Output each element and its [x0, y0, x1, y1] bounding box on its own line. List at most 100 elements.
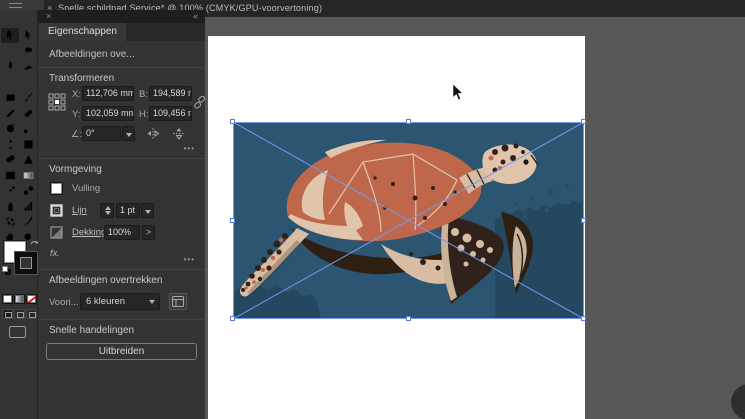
tool-magic-wand[interactable] — [1, 44, 19, 59]
tool-column-graph[interactable] — [19, 199, 37, 214]
tools-grid — [1, 28, 37, 245]
tool-gradient[interactable] — [19, 168, 37, 183]
gradient-mode-button[interactable] — [14, 294, 25, 304]
stroke-swatch[interactable] — [15, 252, 37, 274]
mesh-icon — [4, 169, 17, 182]
perspective-grid-icon — [22, 153, 35, 166]
rectangle-icon — [4, 91, 17, 104]
pen-icon — [4, 60, 17, 73]
tool-mesh[interactable] — [1, 168, 19, 183]
trace-preset-value: 6 kleuren — [86, 296, 125, 307]
tool-direct-selection[interactable] — [19, 28, 37, 43]
selection-handle-se[interactable] — [581, 316, 586, 321]
artboard-icon — [4, 215, 17, 228]
opacity-expand-button[interactable]: > — [142, 225, 155, 240]
y-field[interactable]: 102,059 mm — [82, 106, 134, 121]
properties-panel: × « Eigenschappen Afbeeldingen ove... Tr… — [38, 10, 205, 419]
angle-field[interactable]: 0° — [82, 126, 121, 141]
expand-button[interactable]: Uitbreiden — [46, 343, 197, 360]
tool-symbol-sprayer[interactable] — [1, 199, 19, 214]
transform-more-options[interactable]: ••• — [184, 144, 195, 153]
panel-header: × « — [38, 10, 205, 23]
image-trace-panel-button[interactable] — [169, 293, 187, 310]
selection-handle-n[interactable] — [406, 119, 411, 124]
fill-color-swatch[interactable] — [50, 182, 63, 195]
trace-preset-dropdown[interactable]: 6 kleuren — [80, 293, 160, 310]
x-field[interactable]: 112,706 mm — [82, 86, 134, 101]
x-label: X: — [72, 89, 81, 100]
tool-blend[interactable] — [19, 183, 37, 198]
toolbar-grip[interactable] — [9, 3, 22, 8]
blend-icon — [22, 184, 35, 197]
preset-label: Voori... — [49, 297, 79, 308]
tool-width[interactable] — [1, 137, 19, 152]
width-field[interactable]: 194,589 mm — [149, 86, 192, 101]
direct-selection-icon — [22, 29, 35, 42]
tool-pen[interactable] — [1, 59, 19, 74]
tool-paintbrush[interactable] — [19, 90, 37, 105]
tool-line-segment[interactable] — [19, 75, 37, 90]
stroke-weight-dropdown-chevron-icon[interactable] — [141, 203, 154, 218]
paintbrush-icon — [22, 91, 35, 104]
flip-horizontal-icon[interactable] — [146, 127, 160, 140]
tool-eyedropper[interactable] — [1, 183, 19, 198]
opacity-link[interactable]: Dekking — [72, 227, 106, 238]
tool-free-transform[interactable] — [19, 137, 37, 152]
stroke-weight-stepper[interactable] — [100, 203, 114, 218]
tool-scale[interactable] — [19, 121, 37, 136]
tool-perspective-grid[interactable] — [19, 152, 37, 167]
none-mode-button[interactable] — [26, 294, 37, 304]
tab-eigenschappen[interactable]: Eigenschappen — [39, 23, 126, 41]
tool-type[interactable] — [1, 75, 19, 90]
screen-mode-button[interactable] — [9, 326, 26, 338]
panel-collapse-icon[interactable]: « — [193, 11, 198, 21]
stroke-proxy-icon[interactable] — [50, 204, 63, 217]
stroke-link[interactable]: Lijn — [72, 205, 87, 216]
panel-body: Afbeeldingen ove... Transformeren X: 112… — [38, 41, 205, 419]
angle-dropdown-chevron-icon[interactable] — [122, 126, 135, 141]
tool-selection[interactable] — [1, 28, 19, 43]
draw-inside-button[interactable] — [26, 309, 37, 319]
draw-normal-button[interactable] — [2, 309, 13, 319]
panel-close-icon[interactable]: × — [46, 11, 51, 21]
selection-handle-e[interactable] — [581, 218, 586, 223]
opacity-field[interactable]: 100% — [104, 225, 140, 240]
panel-tab-bar: Eigenschappen — [38, 23, 205, 41]
type-icon — [4, 76, 17, 89]
tool-curvature[interactable] — [19, 59, 37, 74]
tool-rectangle[interactable] — [1, 90, 19, 105]
selection-handle-w[interactable] — [230, 218, 235, 223]
turtle-image[interactable] — [233, 122, 584, 319]
selection-handle-ne[interactable] — [581, 119, 586, 124]
selection-handle-nw[interactable] — [230, 119, 235, 124]
appearance-more-options[interactable]: ••• — [184, 255, 195, 264]
tool-rotate[interactable] — [1, 121, 19, 136]
color-mode-button[interactable] — [2, 294, 13, 304]
selection-handle-s[interactable] — [406, 316, 411, 321]
fx-button[interactable]: fx. — [50, 248, 60, 259]
slice-icon — [22, 215, 35, 228]
stroke-weight-field[interactable]: 1 pt — [116, 203, 140, 218]
h-label: H: — [139, 109, 149, 120]
tool-lasso[interactable] — [19, 44, 37, 59]
link-dimensions-icon[interactable] — [194, 93, 205, 113]
selection-handle-sw[interactable] — [230, 316, 235, 321]
flip-vertical-icon[interactable] — [172, 127, 186, 140]
draw-behind-button[interactable] — [14, 309, 25, 319]
reference-point-locator[interactable] — [48, 93, 66, 111]
default-fill-stroke-icon[interactable] — [2, 266, 11, 275]
tool-shape-builder[interactable] — [1, 152, 19, 167]
document-canvas[interactable] — [205, 17, 745, 419]
column-graph-icon — [22, 200, 35, 213]
selected-traced-image[interactable] — [233, 122, 584, 319]
free-transform-icon — [22, 138, 35, 151]
curvature-icon — [22, 60, 35, 73]
width-icon — [4, 138, 17, 151]
tool-pencil[interactable] — [1, 106, 19, 121]
tool-eraser[interactable] — [19, 106, 37, 121]
scale-icon — [22, 122, 35, 135]
tool-artboard[interactable] — [1, 214, 19, 229]
height-field[interactable]: 109,456 mm — [149, 106, 192, 121]
tool-slice[interactable] — [19, 214, 37, 229]
opacity-icon[interactable] — [50, 226, 63, 239]
